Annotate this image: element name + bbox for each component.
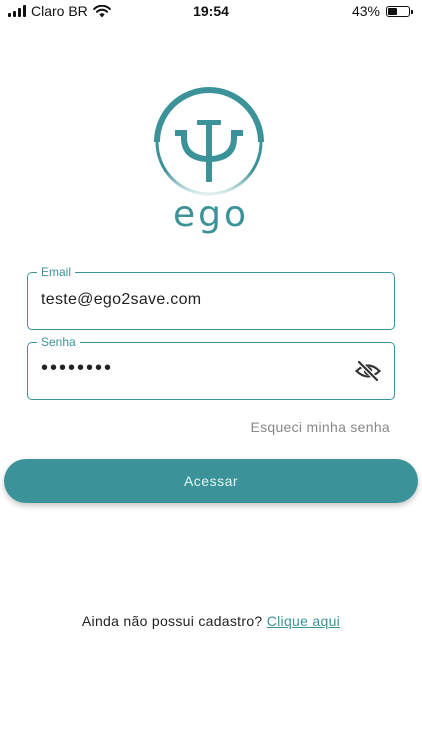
status-right: 43% <box>351 3 413 19</box>
signup-prompt: Ainda não possui cadastro? Clique aqui <box>0 613 422 629</box>
signup-prompt-text: Ainda não possui cadastro? <box>81 613 263 629</box>
forgot-password-link[interactable]: Esqueci minha senha <box>250 419 390 435</box>
battery-icon <box>386 5 413 17</box>
email-input[interactable]: teste@ego2save.com <box>41 291 201 309</box>
password-field[interactable]: Senha •••••••• <box>27 335 395 400</box>
password-input[interactable]: •••••••• <box>41 357 113 380</box>
email-label: Email <box>37 265 76 279</box>
status-bar: Claro BR 19:54 43% <box>0 0 422 24</box>
eye-off-icon <box>355 360 381 382</box>
battery-percent: 43% <box>351 3 380 19</box>
password-label: Senha <box>37 335 80 349</box>
signup-link[interactable]: Clique aqui <box>267 613 340 629</box>
battery-level <box>388 7 397 15</box>
login-button[interactable]: Acessar <box>4 459 418 503</box>
ego-logo-icon <box>154 87 264 196</box>
email-field[interactable]: Email teste@ego2save.com <box>27 265 395 330</box>
logo-wordmark: ego <box>172 194 250 235</box>
toggle-password-visibility-button[interactable] <box>354 358 382 384</box>
